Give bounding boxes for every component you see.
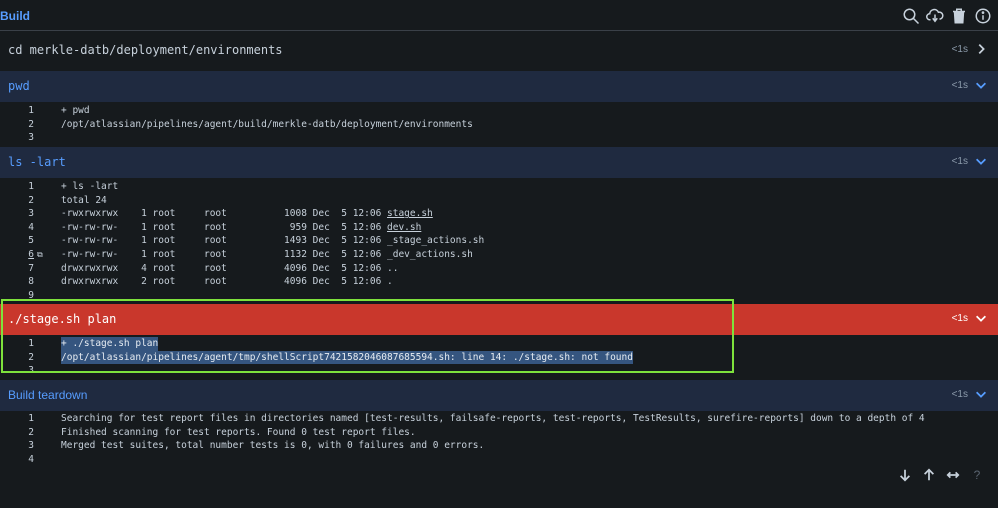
help-icon[interactable]: ? [970, 468, 984, 482]
step-command: cd merkle-datb/deployment/environments [8, 43, 283, 57]
log-line: 3 Merged test suites, total number tests … [28, 440, 485, 452]
log-line: 5 -rw-rw-rw- 1 root root 1493 Dec 5 12:06… [28, 235, 485, 247]
log-line: 3 [28, 365, 34, 377]
step-ls[interactable]: ls -lart <1s [0, 147, 998, 178]
build-title: Build [0, 9, 30, 23]
chevron-down-icon[interactable] [974, 78, 988, 92]
chevron-down-icon[interactable] [974, 387, 988, 401]
file-link[interactable]: stage.sh [387, 208, 433, 219]
log-line: 2/opt/atlassian/pipelines/agent/tmp/shel… [28, 350, 633, 365]
log-line: 1 + pwd [28, 105, 90, 116]
file-link[interactable]: dev.sh [387, 222, 421, 233]
log-output-ls: 1 + ls -lart 2 total 24 3 -rwxrwxrwx 1 root… [0, 180, 998, 302]
step-duration: <1s [951, 313, 968, 324]
step-duration: <1s [951, 389, 968, 400]
expand-horizontal-icon[interactable] [946, 468, 960, 482]
step-cd[interactable]: cd merkle-datb/deployment/environments <… [0, 35, 998, 66]
log-line: 2 Finished scanning for test reports. Fou… [28, 426, 416, 438]
step-stage-plan[interactable]: ./stage.sh plan <1s [0, 304, 998, 335]
log-line: 3 [28, 132, 34, 144]
step-command: pwd [8, 79, 30, 93]
step-command: Build teardown [8, 388, 88, 402]
chevron-down-icon[interactable] [974, 311, 988, 325]
log-line: 8 drwxrwxrwx 2 root root 4096 Dec 5 12:06… [28, 276, 393, 288]
chevron-right-icon[interactable] [974, 42, 988, 56]
step-duration: <1s [951, 44, 968, 55]
line-link[interactable]: 6 [28, 249, 34, 260]
copy-icon[interactable]: ⧉ [37, 248, 43, 262]
log-line: 1 + ./stage.sh plan [28, 337, 159, 351]
log-output-stage-plan: 1 + ./stage.sh plan 2/opt/atlassian/pipel… [0, 337, 998, 378]
search-icon[interactable] [902, 7, 920, 25]
arrow-up-icon[interactable] [922, 468, 936, 482]
log-line: 9 [28, 289, 34, 301]
step-pwd[interactable]: pwd <1s [0, 71, 998, 102]
log-navigation: ? [898, 468, 984, 482]
log-toolbar: Build [0, 0, 998, 31]
log-line: 1 Searching for test report files in dire… [28, 413, 925, 424]
log-line: 3 -rwxrwxrwx 1 root root 1008 Dec 5 12:06… [28, 208, 433, 220]
step-duration: <1s [951, 80, 968, 91]
toolbar-actions [902, 7, 992, 25]
log-line: 2 total 24 [28, 194, 107, 206]
step-build-teardown[interactable]: Build teardown <1s [0, 380, 998, 411]
log-line: 7 drwxrwxrwx 4 root root 4096 Dec 5 12:06… [28, 262, 399, 274]
step-command: ls -lart [8, 155, 66, 169]
log-line: 4 [28, 453, 34, 465]
log-line: 4 -rw-rw-rw- 1 root root 959 Dec 5 12:06 … [28, 221, 422, 233]
log-line: 6 ⧉ -rw-rw-rw- 1 root root 1132 Dec 5 12:0… [28, 248, 473, 262]
download-icon[interactable] [926, 7, 944, 25]
trash-icon[interactable] [950, 7, 968, 25]
step-command: ./stage.sh plan [8, 312, 117, 326]
arrow-down-icon[interactable] [898, 468, 912, 482]
log-output-teardown: 1 Searching for test report files in dire… [0, 412, 998, 466]
chevron-down-icon[interactable] [974, 154, 988, 168]
log-output-pwd: 1 + pwd 2/opt/atlassian/pipelines/agent/b… [0, 104, 998, 145]
step-duration: <1s [951, 156, 968, 167]
info-icon[interactable] [974, 7, 992, 25]
log-line: 2/opt/atlassian/pipelines/agent/build/me… [28, 118, 473, 130]
log-line: 1 + ls -lart [28, 181, 119, 192]
